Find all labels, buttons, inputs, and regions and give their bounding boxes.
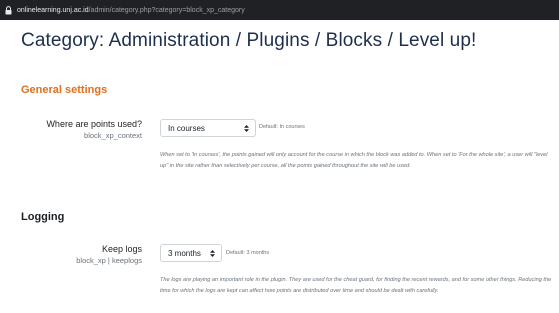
keep-logs-help-text: The logs are playing an important role i…	[160, 277, 552, 294]
points-context-value: In courses	[168, 123, 205, 133]
keep-logs-sublabel: block_xp | keeplogs	[76, 256, 142, 265]
lock-icon	[5, 5, 14, 15]
select-arrows-icon	[210, 250, 215, 257]
url-path: /admin/category.php?category=block_xp_ca…	[88, 6, 245, 14]
keep-logs-label-group: Keep logs block_xp | keeplogs	[76, 244, 142, 265]
address-bar[interactable]: onlinelearning.unj.ac.id /admin/category…	[0, 0, 559, 20]
page-title: Category: Administration / Plugins / Blo…	[21, 30, 477, 51]
general-settings-heading: General settings	[21, 84, 108, 96]
points-default-text: Default: In courses	[259, 124, 305, 130]
select-arrows-icon	[244, 125, 249, 132]
keep-logs-label: Keep logs	[101, 244, 142, 254]
points-setting-label-group: Where are points used? block_xp_context	[46, 119, 142, 140]
keep-logs-value: 3 months	[168, 248, 201, 258]
logging-heading: Logging	[21, 211, 65, 223]
points-setting-label: Where are points used?	[46, 119, 142, 129]
points-help-text: When set to 'In courses', the points gai…	[160, 152, 548, 169]
keep-logs-default-text: Default: 3 months	[226, 250, 270, 256]
url-domain: onlinelearning.unj.ac.id	[17, 6, 89, 14]
points-setting-sublabel: block_xp_context	[84, 131, 142, 140]
points-context-select[interactable]: In courses	[160, 119, 256, 137]
keep-logs-select[interactable]: 3 months	[160, 244, 222, 262]
